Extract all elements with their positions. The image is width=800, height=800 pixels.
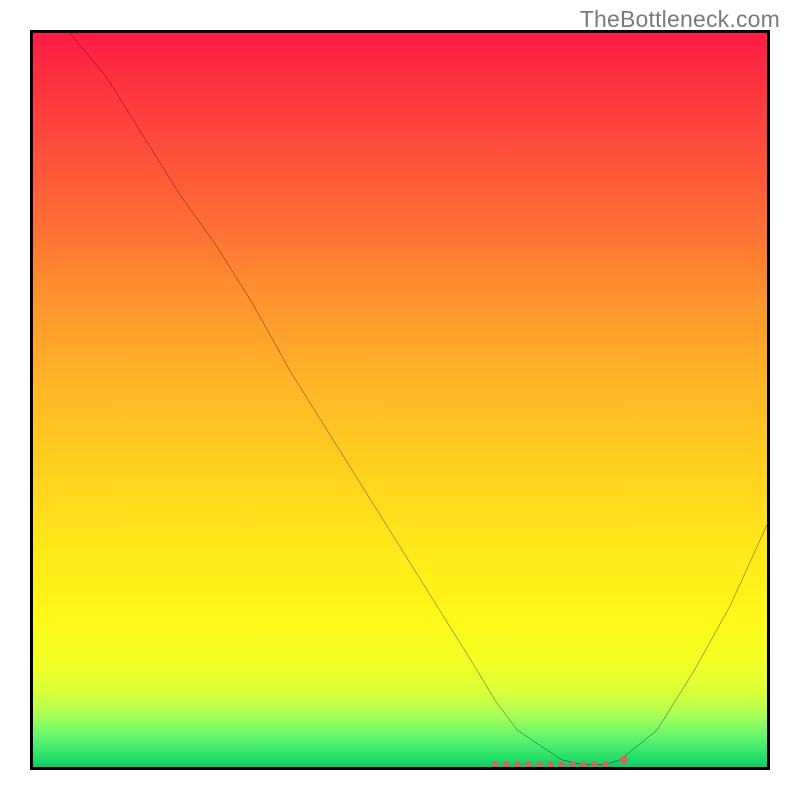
optimal-point xyxy=(547,761,554,767)
optimal-point xyxy=(602,761,609,767)
optimal-point xyxy=(591,761,598,767)
optimal-point xyxy=(569,761,576,767)
plot-area xyxy=(30,30,770,770)
optimal-point xyxy=(580,761,587,767)
chart-container: TheBottleneck.com xyxy=(0,0,800,800)
optimal-point xyxy=(525,761,532,767)
optimal-range-markers xyxy=(33,33,767,767)
optimal-point xyxy=(536,761,543,767)
watermark-text: TheBottleneck.com xyxy=(580,6,780,33)
optimal-point xyxy=(492,761,499,767)
optimal-point xyxy=(620,756,628,764)
optimal-point xyxy=(558,761,565,767)
optimal-point xyxy=(503,761,510,767)
optimal-point xyxy=(514,761,521,767)
